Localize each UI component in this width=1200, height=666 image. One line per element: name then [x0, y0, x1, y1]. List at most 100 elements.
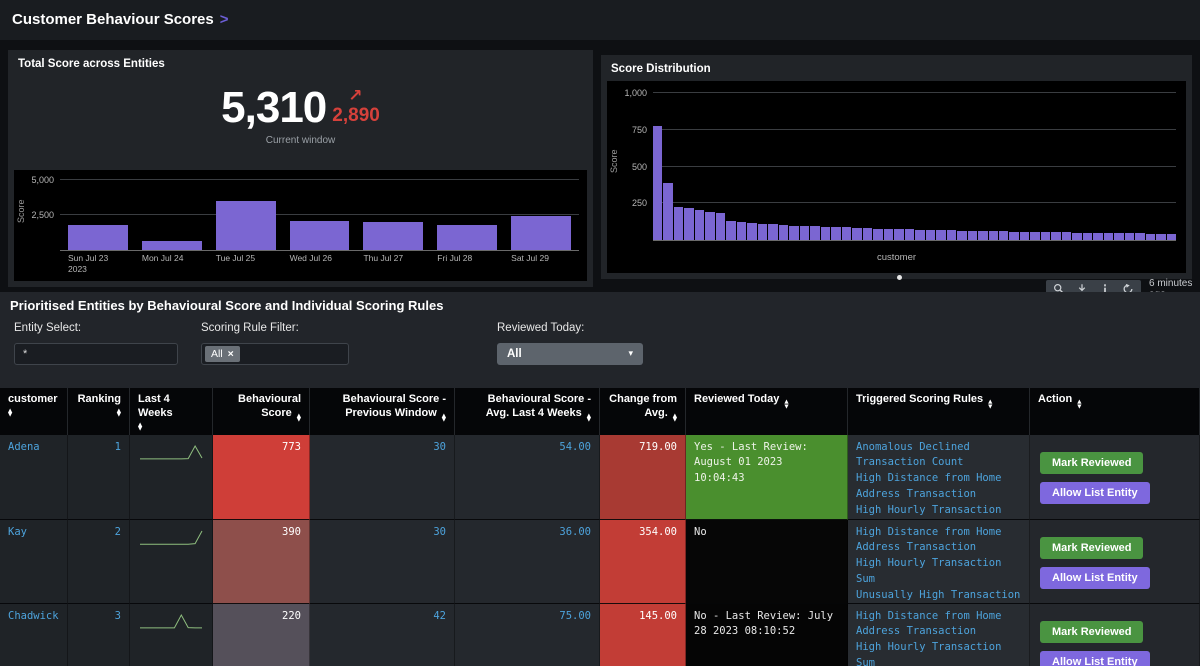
- bar: [758, 224, 767, 240]
- column-header-behavioural-score[interactable]: Behavioural Score▲▼: [213, 388, 310, 435]
- bar: [511, 216, 571, 250]
- cell-customer: Chadwick: [0, 604, 68, 666]
- bar: [363, 222, 423, 250]
- sort-icon: ▲▼: [138, 423, 204, 432]
- reviewed-today-value: All: [507, 348, 522, 360]
- entity-select-input[interactable]: *: [14, 343, 178, 365]
- column-header-action[interactable]: Action▲▼: [1030, 388, 1200, 435]
- bar: [905, 229, 914, 240]
- table-row: Kay23903036.00354.00NoHigh Distance from…: [0, 520, 1200, 604]
- scoring-rule-filter: Scoring Rule Filter: All ×: [201, 322, 349, 365]
- reviewed-today-label: Reviewed Today:: [497, 322, 643, 334]
- cell-customer: Adena: [0, 435, 68, 520]
- score-distribution-chart: Score 2505007501,000 customer: [607, 81, 1186, 273]
- column-header-customer[interactable]: customer ▲▼: [0, 388, 68, 435]
- allow-list-entity-button[interactable]: Allow List Entity: [1040, 567, 1150, 589]
- bar: [663, 183, 672, 240]
- filter-chip-value: All: [211, 348, 223, 360]
- customer-link[interactable]: Kay: [8, 526, 27, 538]
- bar: [968, 231, 977, 240]
- column-header-behavioural-score-avg-last-4-weeks[interactable]: Behavioural Score - Avg. Last 4 Weeks▲▼: [455, 388, 600, 435]
- bar: [737, 222, 746, 240]
- table-header-row: customer▲▼Ranking▲▼Last 4 Weeks▲▼Behavio…: [0, 388, 1200, 435]
- sort-icon: ▲▼: [76, 409, 121, 418]
- last-week-x-axis: Sun Jul 23 2023Mon Jul 24Tue Jul 25Wed J…: [60, 253, 579, 279]
- customer-link[interactable]: Chadwick: [8, 610, 59, 622]
- scoring-rule-text: High Distance from Home Address Transact…: [856, 609, 1021, 641]
- cell-previous-window: 30: [310, 435, 455, 520]
- scoring-rule-input[interactable]: All ×: [201, 343, 349, 365]
- entity-select-label: Entity Select:: [14, 322, 178, 334]
- panel-title-total-score: Total Score across Entities: [8, 50, 593, 70]
- table-row: Adena17733054.00719.00Yes - Last Review:…: [0, 435, 1200, 520]
- column-header-reviewed-today[interactable]: Reviewed Today▲▼: [686, 388, 848, 435]
- allow-list-entity-button[interactable]: Allow List Entity: [1040, 482, 1150, 504]
- mark-reviewed-button[interactable]: Mark Reviewed: [1040, 537, 1143, 559]
- bar: [852, 228, 861, 240]
- column-header-label: Action: [1038, 393, 1072, 405]
- scoring-rule-label: Scoring Rule Filter:: [201, 322, 349, 334]
- bar: [747, 223, 756, 240]
- bar: [1125, 233, 1134, 240]
- bar: [1104, 233, 1113, 240]
- y-tick-label: 750: [632, 125, 647, 135]
- panel-title-score-distribution: Score Distribution: [601, 55, 1192, 75]
- total-score-panel: Total Score across Entities 5,310 ↗ 2,89…: [8, 50, 593, 287]
- bar: [1167, 234, 1176, 240]
- allow-list-entity-button[interactable]: Allow List Entity: [1040, 651, 1150, 666]
- cell-avg-last-4-weeks: 36.00: [455, 520, 600, 604]
- chevron-down-icon: ▾: [628, 349, 633, 359]
- scoring-rule-text: Anomalous Declined Transaction Count: [856, 440, 1021, 472]
- dashboard: Customer Behaviour Scores> Total Score a…: [0, 0, 1200, 666]
- mark-reviewed-button[interactable]: Mark Reviewed: [1040, 452, 1143, 474]
- score-distribution-panel: Score Distribution Score 2505007501,000 …: [601, 55, 1192, 279]
- column-header-change-from-avg-[interactable]: Change from Avg.▲▼: [600, 388, 686, 435]
- bar: [1146, 234, 1155, 240]
- column-header-behavioural-score-previous-window[interactable]: Behavioural Score - Previous Window▲▼: [310, 388, 455, 435]
- mark-reviewed-button[interactable]: Mark Reviewed: [1040, 621, 1143, 643]
- sort-icon: ▲▼: [988, 400, 992, 409]
- filter-row: Entity Select: * Scoring Rule Filter: Al…: [14, 322, 643, 365]
- sort-icon: ▲▼: [8, 409, 59, 418]
- bar: [779, 225, 788, 240]
- bar: [695, 210, 704, 240]
- last-week-chart: Score 2,5005,000 Sun Jul 23 2023Mon Jul …: [14, 170, 587, 281]
- sort-icon: ▲▼: [673, 414, 677, 423]
- y-tick-label: 1,000: [624, 88, 647, 98]
- y-tick-label: 500: [632, 162, 647, 172]
- carousel-dot[interactable]: [897, 275, 902, 280]
- bar: [674, 207, 683, 240]
- bar: [1030, 232, 1039, 240]
- column-header-last-4-weeks[interactable]: Last 4 Weeks▲▼: [130, 388, 213, 435]
- bar: [1020, 232, 1029, 240]
- column-header-ranking[interactable]: Ranking▲▼: [68, 388, 130, 435]
- bar: [1083, 233, 1092, 240]
- bar: [768, 224, 777, 240]
- sort-icon: ▲▼: [587, 414, 591, 423]
- reviewed-today-dropdown[interactable]: All ▾: [497, 343, 643, 365]
- bars-group: [653, 93, 1176, 240]
- column-header-label: customer: [8, 393, 58, 405]
- scoring-rule-text: High Hourly Transaction Sum: [856, 503, 1021, 520]
- trend-up-icon: ↗: [348, 88, 362, 105]
- column-header-triggered-scoring-rules[interactable]: Triggered Scoring Rules▲▼: [848, 388, 1030, 435]
- customer-link[interactable]: Adena: [8, 441, 40, 453]
- scoring-rule-text: Unusually High Transaction Count: [856, 588, 1021, 604]
- chip-close-icon[interactable]: ×: [228, 348, 234, 360]
- breadcrumb-chevron-icon[interactable]: >: [220, 11, 229, 28]
- cell-sparkline: [130, 520, 213, 604]
- x-tick-label: Fri Jul 28: [437, 253, 497, 279]
- sparkline: [138, 528, 204, 548]
- column-header-label: Change from Avg.: [609, 393, 677, 419]
- bar: [873, 229, 882, 240]
- sort-icon: ▲▼: [442, 414, 446, 423]
- prioritised-entities-section: Prioritised Entities by Behavioural Scor…: [0, 292, 1200, 666]
- bar: [216, 201, 276, 250]
- bar: [1072, 233, 1081, 240]
- cell-avg-last-4-weeks: 75.00: [455, 604, 600, 666]
- bar: [915, 230, 924, 240]
- page-title: Customer Behaviour Scores>: [12, 11, 229, 28]
- sort-icon: ▲▼: [297, 414, 301, 423]
- scoring-rule-text: High Distance from Home Address Transact…: [856, 525, 1021, 557]
- bar: [989, 231, 998, 240]
